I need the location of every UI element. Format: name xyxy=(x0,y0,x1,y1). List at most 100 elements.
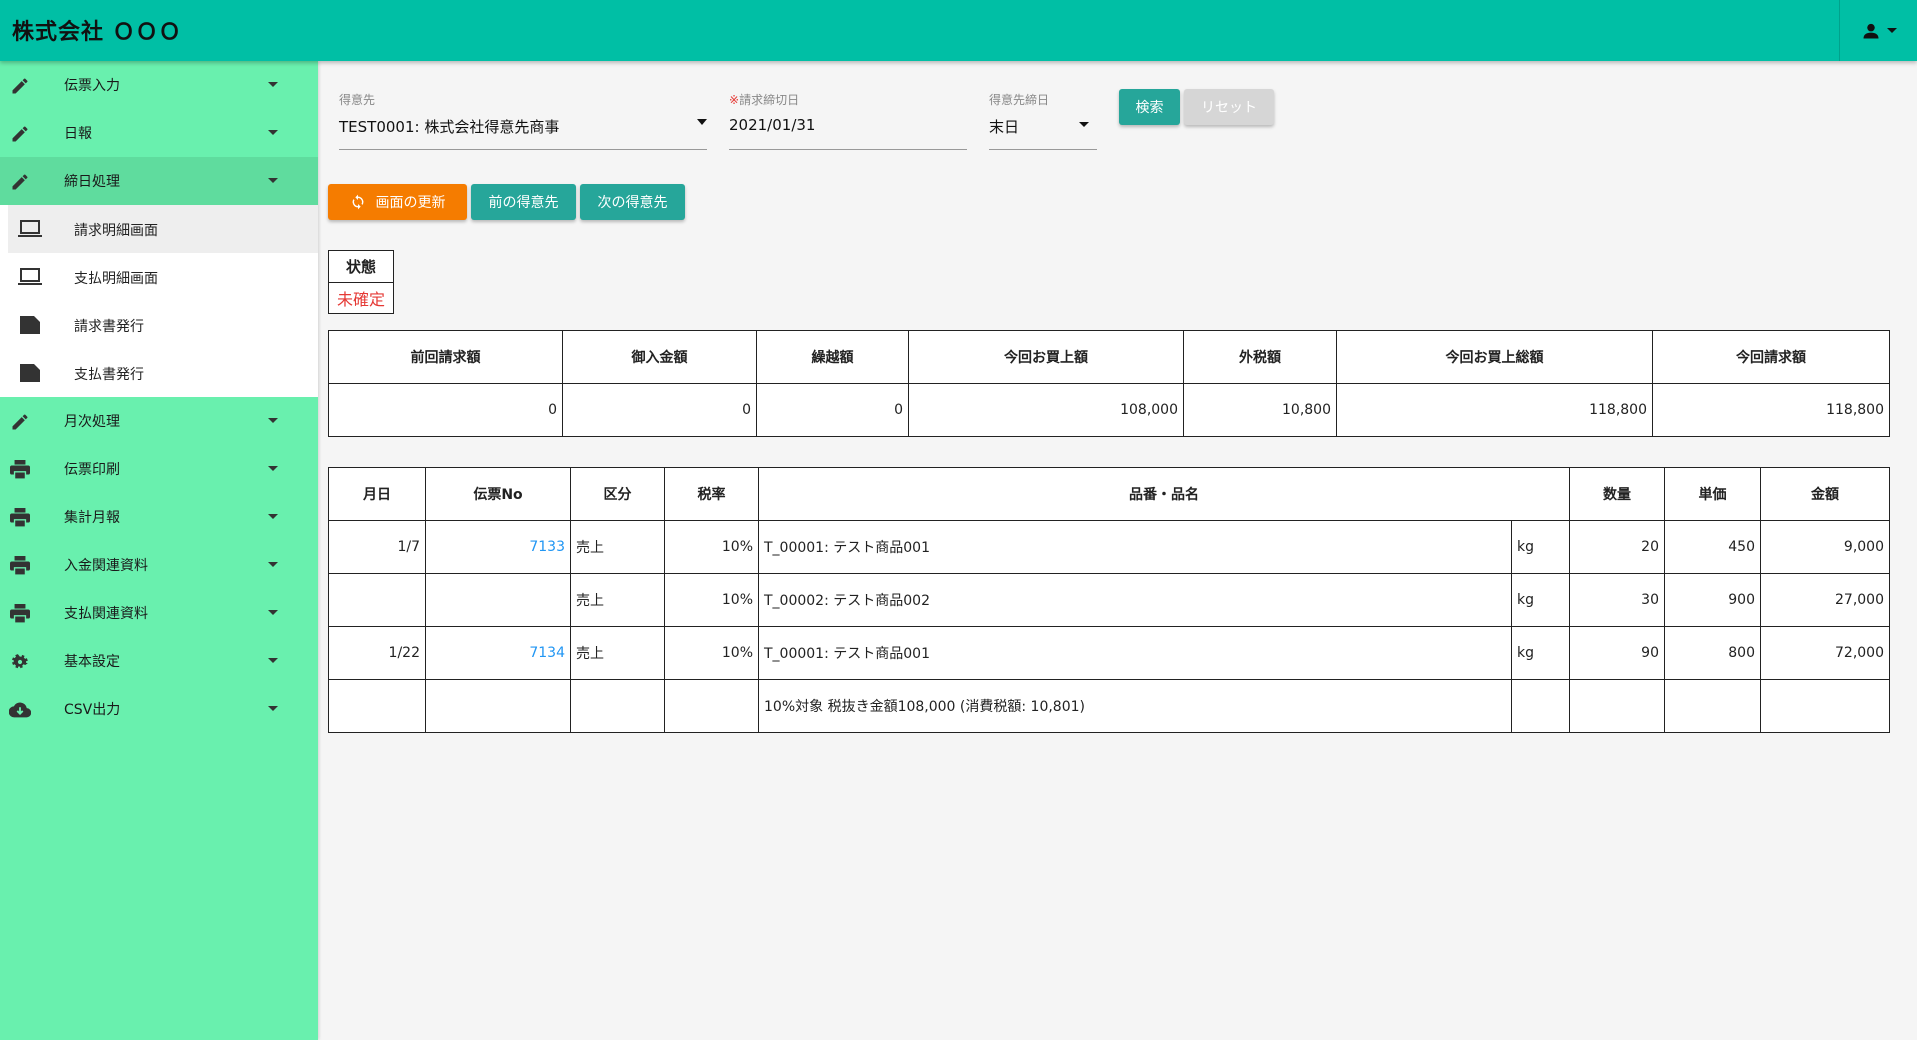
summary-header: 前回請求額 xyxy=(328,330,563,384)
prev-customer-button[interactable]: 前の得意先 xyxy=(471,184,576,220)
row-unit: kg xyxy=(1511,573,1570,627)
reset-button[interactable]: リセット xyxy=(1184,89,1274,125)
row-amount: 9,000 xyxy=(1760,520,1890,574)
app-title: 株式会社 ＯＯＯ xyxy=(12,20,182,45)
row-price: 450 xyxy=(1664,520,1761,574)
table-row: 1/22 7134 売上 10% T_00001: テスト商品001 kg 90… xyxy=(328,626,1890,680)
sidebar-item-receipts[interactable]: 入金関連資料 xyxy=(0,541,318,589)
sidebar-item-label: 月次処理 xyxy=(64,414,120,430)
sidebar-subitem-label: 支払書発行 xyxy=(74,367,144,383)
detail-table: 月日 伝票No 区分 税率 品番・品名 数量 単価 金額 1/7 7133 売上… xyxy=(328,467,1890,733)
empty-cell xyxy=(570,679,665,733)
sidebar-subitem-label: 支払明細画面 xyxy=(74,271,158,287)
slip-number-link[interactable] xyxy=(425,573,571,627)
label-icon xyxy=(18,315,42,335)
sidebar-submenu: 請求明細画面 支払明細画面 請求書発行 支払書発行 xyxy=(0,205,318,397)
sidebar-item-csv-export[interactable]: CSV出力 xyxy=(0,685,318,733)
customer-select[interactable]: 得意先 TEST0001: 株式会社得意先商事 xyxy=(339,91,707,150)
chevron-down-icon xyxy=(1886,28,1897,33)
detail-header: 数量 xyxy=(1569,467,1665,521)
summary-value: 118,800 xyxy=(1652,383,1890,437)
customer-label: 得意先 xyxy=(339,93,376,107)
sidebar-item-slip-print[interactable]: 伝票印刷 xyxy=(0,445,318,493)
sidebar-item-label: 伝票入力 xyxy=(64,78,120,94)
row-date xyxy=(328,573,426,627)
pencil-icon xyxy=(9,123,31,145)
chevron-down-icon xyxy=(268,466,278,471)
sidebar-item-monthly[interactable]: 月次処理 xyxy=(0,397,318,445)
sidebar-item-slip-entry[interactable]: 伝票入力 xyxy=(0,61,318,109)
pencil-icon xyxy=(9,171,31,193)
status-header: 状態 xyxy=(329,251,393,283)
chevron-down-icon xyxy=(268,178,278,183)
sidebar-item-settings[interactable]: 基本設定 xyxy=(0,637,318,685)
top-app-bar: 株式会社 ＯＯＯ xyxy=(0,0,1917,61)
sidebar-item-label: 基本設定 xyxy=(64,654,120,670)
summary-value: 0 xyxy=(756,383,909,437)
row-kind: 売上 xyxy=(570,573,665,627)
close-date-label-text: 請求締切日 xyxy=(739,93,800,107)
laptop-icon xyxy=(18,267,42,287)
sidebar-subitem-invoice-issue[interactable]: 請求書発行 xyxy=(0,301,318,349)
summary-value: 0 xyxy=(562,383,757,437)
chevron-down-icon xyxy=(268,706,278,711)
summary-header: 今回お買上総額 xyxy=(1336,330,1653,384)
close-date-underline xyxy=(729,149,967,150)
user-menu-button[interactable] xyxy=(1839,0,1917,61)
refresh-button[interactable]: 画面の更新 xyxy=(328,184,467,220)
table-row: 売上 10% T_00002: テスト商品002 kg 30 900 27,00… xyxy=(328,573,1890,627)
chevron-down-icon xyxy=(697,119,707,125)
sidebar-item-closing[interactable]: 締日処理 xyxy=(0,157,318,205)
refresh-label: 画面の更新 xyxy=(375,195,446,211)
summary-value: 108,000 xyxy=(908,383,1184,437)
row-qty: 30 xyxy=(1569,573,1665,627)
sidebar-subitem-invoice-detail[interactable]: 請求明細画面 xyxy=(8,205,318,253)
summary-value: 10,800 xyxy=(1183,383,1337,437)
summary-value: 118,800 xyxy=(1336,383,1653,437)
sidebar-subitem-payment-detail[interactable]: 支払明細画面 xyxy=(0,253,318,301)
close-day-select[interactable]: 得意先締日 末日 xyxy=(989,91,1097,150)
chevron-down-icon xyxy=(268,130,278,135)
row-item: T_00001: テスト商品001 xyxy=(758,520,1512,574)
label-icon xyxy=(18,363,42,383)
customer-value: TEST0001: 株式会社得意先商事 xyxy=(339,118,560,136)
status-box: 状態 未確定 xyxy=(328,250,394,314)
table-row: 1/7 7133 売上 10% T_00001: テスト商品001 kg 20 … xyxy=(328,520,1890,574)
sidebar-item-daily-report[interactable]: 日報 xyxy=(0,109,318,157)
sidebar-item-label: 入金関連資料 xyxy=(64,558,148,574)
row-amount: 27,000 xyxy=(1760,573,1890,627)
row-price: 800 xyxy=(1664,626,1761,680)
sidebar-subitem-label: 請求書発行 xyxy=(74,319,144,335)
sidebar: 伝票入力 日報 締日処理 請求明細画面 支払明細画面 請求書発行 支払書発行 月… xyxy=(0,61,318,1040)
summary-header: 御入金額 xyxy=(562,330,757,384)
row-price: 900 xyxy=(1664,573,1761,627)
sidebar-item-monthly-summary[interactable]: 集計月報 xyxy=(0,493,318,541)
printer-icon xyxy=(9,603,31,625)
user-icon xyxy=(1863,23,1878,38)
sidebar-item-label: 集計月報 xyxy=(64,510,120,526)
close-date-field[interactable]: ※請求締切日 2021/01/31 xyxy=(729,91,967,150)
close-date-value: 2021/01/31 xyxy=(729,116,816,134)
printer-icon xyxy=(9,555,31,577)
sidebar-subitem-payment-issue[interactable]: 支払書発行 xyxy=(0,349,318,397)
search-button[interactable]: 検索 xyxy=(1119,89,1180,125)
sidebar-item-label: 締日処理 xyxy=(64,174,120,190)
summary-value-row: 0 0 0 108,000 10,800 118,800 118,800 xyxy=(328,383,1890,437)
slip-number-link[interactable]: 7134 xyxy=(425,626,571,680)
sidebar-item-payments[interactable]: 支払関連資料 xyxy=(0,589,318,637)
status-badge: 未確定 xyxy=(336,290,385,309)
summary-header: 今回お買上額 xyxy=(908,330,1184,384)
sidebar-subitem-label: 請求明細画面 xyxy=(74,223,158,239)
next-customer-button[interactable]: 次の得意先 xyxy=(580,184,685,220)
gear-icon xyxy=(9,651,31,673)
detail-header: 税率 xyxy=(664,467,759,521)
chevron-down-icon xyxy=(268,82,278,87)
cloud-download-icon xyxy=(9,699,31,721)
tax-summary-note: 10%対象 税抜き金額108,000 (消費税額: 10,801) xyxy=(758,679,1512,733)
empty-cell xyxy=(328,679,426,733)
laptop-icon xyxy=(18,219,42,239)
chevron-down-icon xyxy=(268,514,278,519)
slip-number-link[interactable]: 7133 xyxy=(425,520,571,574)
summary-header: 今回請求額 xyxy=(1652,330,1890,384)
row-item: T_00001: テスト商品001 xyxy=(758,626,1512,680)
